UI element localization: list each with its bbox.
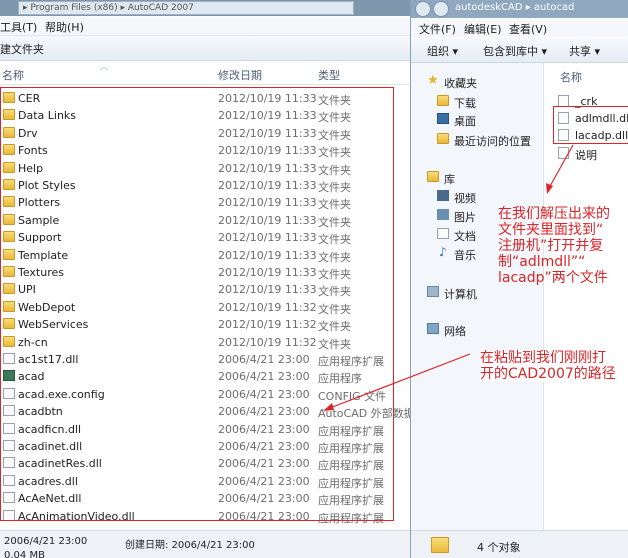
arrow-head-2 — [323, 403, 334, 411]
annotation-2-line-1: 在粘贴到我们刚刚打 — [480, 350, 606, 366]
arrow-line-2 — [329, 353, 471, 409]
annotation-1: 在我们解压出来的 文件夹里面找到“ 注册机”打开并复 制“adlmdll”“ l… — [498, 206, 610, 286]
arrow-line-1 — [548, 144, 574, 189]
annotation-2-line-2: 开的CAD2007的路径 — [480, 366, 616, 382]
annotation-1-line-3: 注册机”打开并复 — [498, 238, 604, 254]
arrow-head-1 — [546, 183, 553, 194]
annotation-1-line-5: lacadp”两个文件 — [498, 270, 608, 286]
annotation-1-line-1: 在我们解压出来的 — [498, 206, 610, 222]
annotation-1-line-4: 制“adlmdll”“ — [498, 254, 586, 270]
annotation-2: 在粘贴到我们刚刚打 开的CAD2007的路径 — [480, 350, 616, 382]
annotation-1-line-2: 文件夹里面找到“ — [498, 222, 604, 238]
